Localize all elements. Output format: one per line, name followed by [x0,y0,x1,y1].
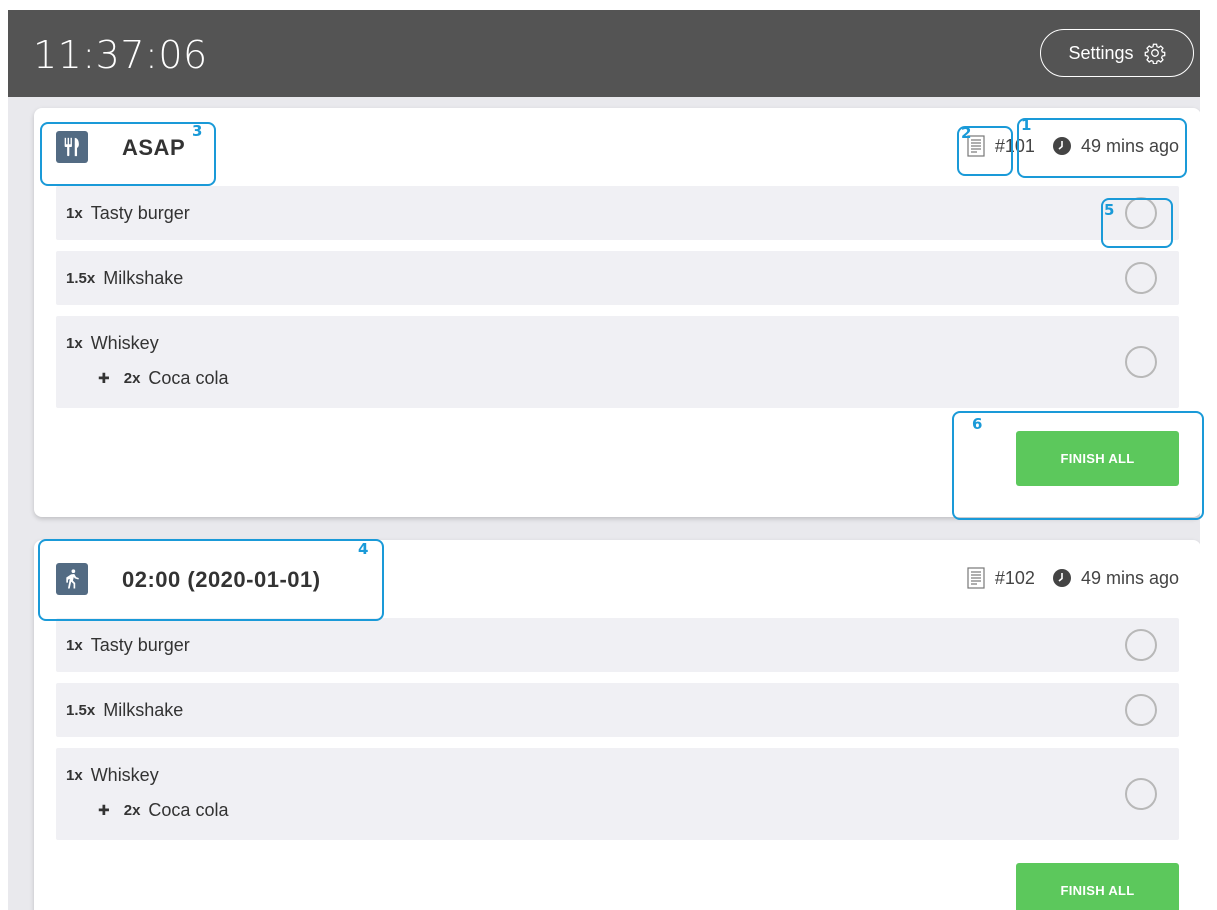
item-name: Milkshake [103,699,184,720]
item-quantity: 1x [66,767,83,784]
list-item: 1x Tasty burger [56,618,1179,672]
item-quantity: 1.5x [66,269,96,287]
item-quantity: 1.5x [66,701,96,719]
order-number: #101 [994,135,1035,156]
order-header: 02:00 (2020-01-01) #102 49 mins ago [34,540,1200,618]
clock: 11:37:06 [33,33,208,77]
list-item: 1x Whiskey ✚ 2x Coca cola [56,748,1179,840]
plus-icon: ✚ [98,802,110,818]
item-done-checkbox[interactable] [1125,262,1157,294]
callout-number: 4 [358,540,369,558]
order-age: 49 mins ago [1080,135,1179,156]
gear-icon [1144,43,1165,64]
item-done-checkbox[interactable] [1125,197,1157,229]
order-age: 49 mins ago [1080,567,1179,588]
item-extra: ✚ 2x Coca cola [56,368,1179,389]
order-number: #102 [994,567,1035,588]
item-name: Whiskey [90,333,159,353]
kitchen-display-screen: 11:37:06 Settings ASAP #101 49 mins ago … [8,10,1200,910]
plus-icon: ✚ [98,370,110,386]
list-item: 1.5x Milkshake [56,683,1179,737]
order-meta: #102 49 mins ago [967,567,1179,589]
item-quantity: 1x [66,636,83,654]
item-quantity: 1x [66,204,83,222]
top-bar: 11:37:06 Settings [8,10,1200,97]
item-extra: ✚ 2x Coca cola [56,800,1179,821]
callout-number: 5 [1104,201,1115,219]
extra-quantity: 2x [123,802,141,819]
list-item: 1x Whiskey ✚ 2x Coca cola [56,316,1179,408]
callout-number: 2 [961,124,972,142]
callout-number: 3 [192,122,203,140]
walking-person-icon [56,563,88,595]
order-items: 1x Tasty burger 1.5x Milkshake 1x Whiske… [34,186,1200,408]
finish-row: FINISH ALL [34,851,1200,910]
settings-label: Settings [1068,42,1134,63]
order-title: ASAP [122,135,186,160]
callout-number: 1 [1021,116,1032,134]
clock-icon [1052,569,1071,587]
item-name: Whiskey [90,765,159,785]
item-done-checkbox[interactable] [1125,346,1157,378]
receipt-icon [967,567,985,589]
item-name: Milkshake [103,267,184,288]
item-done-checkbox[interactable] [1125,778,1157,810]
order-card: ASAP #101 49 mins ago 1x Tasty burger 1.… [34,108,1200,517]
order-card: 02:00 (2020-01-01) #102 49 mins ago 1x T… [34,540,1200,910]
item-done-checkbox[interactable] [1125,694,1157,726]
extra-name: Coca cola [148,800,229,820]
finish-all-button[interactable]: FINISH ALL [1016,863,1179,910]
item-quantity: 1x [66,335,83,352]
item-name: Tasty burger [90,202,190,223]
settings-button[interactable]: Settings [1040,29,1194,77]
list-item: 1x Tasty burger [56,186,1179,240]
clock-icon [1052,137,1071,155]
order-meta: #101 49 mins ago [967,135,1179,157]
item-done-checkbox[interactable] [1125,629,1157,661]
extra-quantity: 2x [123,370,141,387]
callout-number: 6 [972,415,983,433]
order-title: 02:00 (2020-01-01) [122,567,321,592]
finish-all-button[interactable]: FINISH ALL [1016,431,1179,486]
finish-row: FINISH ALL [34,419,1200,517]
order-items: 1x Tasty burger 1.5x Milkshake 1x Whiske… [34,618,1200,840]
list-item: 1.5x Milkshake [56,251,1179,305]
extra-name: Coca cola [148,368,229,388]
cutlery-icon [56,131,88,163]
item-name: Tasty burger [90,634,190,655]
